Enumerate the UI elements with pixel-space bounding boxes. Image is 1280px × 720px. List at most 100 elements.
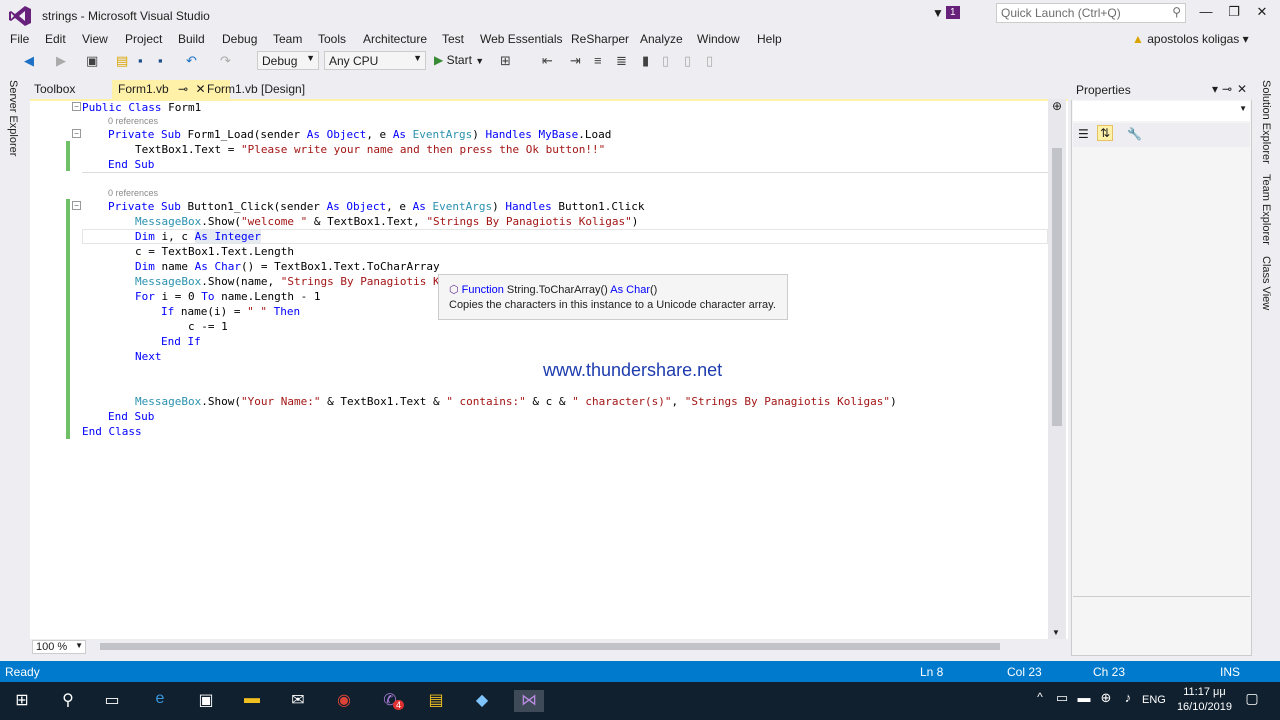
chevron-up-icon[interactable]: ^	[1028, 690, 1052, 712]
menu-build[interactable]: Build	[178, 31, 205, 46]
fold-toggle-icon[interactable]: −	[72, 129, 81, 138]
maximize-button[interactable]: ❐	[1220, 4, 1248, 24]
code-token: ,	[671, 395, 685, 408]
pin-icon[interactable]: ⊸	[1222, 82, 1232, 96]
code-token: "Please write your name and then press t…	[240, 143, 606, 156]
file-explorer-icon[interactable]: ▬	[240, 690, 264, 712]
menu-web-essentials[interactable]: Web Essentials	[480, 31, 562, 46]
comment-icon[interactable]: ≡	[594, 53, 602, 68]
code-token: )	[890, 395, 897, 408]
outdent-icon[interactable]: ⇥	[570, 53, 581, 69]
prev-bookmark-icon[interactable]: ▯	[662, 53, 669, 69]
save-all-icon[interactable]: ▪	[158, 53, 163, 68]
categorized-icon[interactable]: ☰	[1078, 127, 1089, 141]
close-button[interactable]: ✕	[1248, 4, 1276, 24]
edge-icon[interactable]: e	[148, 690, 172, 712]
quick-launch-input[interactable]: Quick Launch (Ctrl+Q) ⚲	[996, 3, 1186, 23]
menu-window[interactable]: Window	[697, 31, 740, 46]
menu-debug[interactable]: Debug	[222, 31, 257, 46]
clear-bookmarks-icon[interactable]: ▯	[706, 53, 713, 69]
next-bookmark-icon[interactable]: ▯	[684, 53, 691, 69]
network-icon[interactable]: ▭	[1050, 690, 1074, 712]
vertical-scroll-thumb[interactable]	[1052, 148, 1062, 426]
properties-object-select[interactable]: ▼	[1073, 101, 1250, 121]
fold-toggle-icon[interactable]: −	[72, 102, 81, 111]
menu-test[interactable]: Test	[442, 31, 464, 46]
toolbox-tab[interactable]: Toolbox	[28, 80, 81, 99]
code-token: , e	[386, 200, 413, 213]
configuration-select[interactable]: Debug ▼	[257, 51, 319, 70]
menu-architecture[interactable]: Architecture	[363, 31, 427, 46]
language-indicator[interactable]: ENG	[1142, 694, 1166, 706]
menu-file[interactable]: File	[10, 31, 29, 46]
undo-icon[interactable]: ↶	[186, 53, 197, 69]
code-token: "Strings By Panagiotis Koligas"	[426, 215, 632, 228]
battery-icon[interactable]: ▬	[1072, 690, 1096, 712]
menu-edit[interactable]: Edit	[45, 31, 66, 46]
menu-project[interactable]: Project	[125, 31, 162, 46]
menu-resharper[interactable]: ReSharper	[571, 31, 629, 46]
solution-explorer-tab[interactable]: Solution Explorer	[1260, 80, 1272, 164]
find-icon[interactable]: ⊞	[500, 53, 511, 69]
zoom-select[interactable]: 100 % ▼	[32, 640, 86, 654]
back-icon[interactable]: ◀	[24, 53, 34, 69]
code-token: Button1_Click(sender	[180, 200, 327, 213]
app-icon[interactable]: ◆	[470, 690, 494, 712]
code-token: i, c	[154, 230, 195, 243]
store-icon[interactable]: ▣	[194, 690, 218, 712]
menu-help[interactable]: Help	[757, 31, 782, 46]
close-icon[interactable]: ✕	[1237, 82, 1247, 96]
minimize-button[interactable]: —	[1192, 4, 1220, 24]
server-explorer-tab[interactable]: Server Explorer	[7, 80, 19, 156]
search-icon[interactable]: ⚲	[56, 690, 80, 712]
code-lens-references[interactable]: 0 references	[108, 188, 158, 198]
property-pages-icon[interactable]: 🔧	[1127, 127, 1142, 141]
platform-select[interactable]: Any CPU ▼	[324, 51, 426, 70]
menu-view[interactable]: View	[82, 31, 108, 46]
code-token: i = 0	[154, 290, 202, 303]
user-name: apostolos koligas	[1147, 32, 1240, 46]
new-project-icon[interactable]: ▣	[86, 53, 98, 69]
open-icon[interactable]: ▤	[116, 53, 128, 69]
volume-icon[interactable]: ♪	[1116, 690, 1140, 712]
globe-icon[interactable]: ⊕	[1094, 690, 1118, 712]
start-button[interactable]: ▶ Start ▼	[434, 53, 484, 67]
viber-icon[interactable]: ✆ 4	[378, 690, 404, 712]
code-lens-references[interactable]: 0 references	[108, 116, 158, 126]
forward-icon[interactable]: ▶	[56, 53, 66, 69]
task-view-icon[interactable]: ▭	[100, 690, 124, 712]
menu-team[interactable]: Team	[273, 31, 302, 46]
indent-icon[interactable]: ⇤	[542, 53, 553, 69]
bookmark-icon[interactable]: ▮	[642, 53, 649, 69]
pin-icon[interactable]: ⊸	[178, 82, 188, 96]
redo-icon[interactable]: ↷	[220, 53, 231, 69]
scroll-down-icon[interactable]: ▼	[1052, 628, 1060, 637]
menu-tools[interactable]: Tools	[318, 31, 346, 46]
fold-toggle-icon[interactable]: −	[72, 201, 81, 210]
notifications[interactable]: ▼ 1	[932, 6, 960, 22]
code-token: Form1	[161, 101, 202, 114]
folder-icon[interactable]: ▤	[424, 690, 448, 712]
windows-start-icon[interactable]: ⊞	[10, 690, 34, 712]
uncomment-icon[interactable]: ≣	[616, 53, 627, 69]
document-tabs: Toolbox Form1.vb ⊸ ✕ Form1.vb [Design]	[26, 80, 1072, 100]
chevron-down-icon[interactable]: ▾	[1212, 82, 1218, 96]
tab-form1-design[interactable]: Form1.vb [Design]	[201, 80, 311, 99]
horizontal-scroll-thumb[interactable]	[100, 643, 1000, 650]
menu-analyze[interactable]: Analyze	[640, 31, 683, 46]
clock[interactable]: 11:17 μμ 16/10/2019	[1177, 685, 1232, 715]
status-column: Col 23	[1007, 665, 1042, 679]
action-center-icon[interactable]: ▢	[1240, 690, 1264, 712]
mail-icon[interactable]: ✉	[286, 690, 310, 712]
class-view-tab[interactable]: Class View	[1260, 256, 1272, 310]
alphabetical-icon[interactable]: ⇅	[1097, 125, 1114, 141]
save-icon[interactable]: ▪	[138, 53, 143, 68]
visual-studio-taskbar-icon[interactable]: ⋈	[514, 690, 544, 712]
chevron-down-icon: ▾	[1242, 32, 1249, 46]
clock-date: 16/10/2019	[1176, 701, 1232, 713]
chrome-icon[interactable]: ◉	[332, 690, 356, 712]
play-icon: ▶	[434, 53, 444, 67]
team-explorer-tab[interactable]: Team Explorer	[1260, 174, 1272, 245]
split-icon[interactable]: ⊕	[1052, 99, 1062, 113]
user-account[interactable]: ▲ apostolos koligas ▾	[1132, 32, 1249, 46]
